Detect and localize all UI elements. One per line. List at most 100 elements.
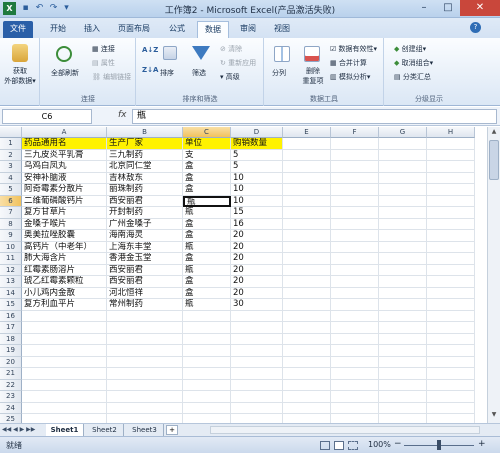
cell[interactable] [331,264,379,276]
cell[interactable] [331,322,379,334]
close-button[interactable]: ✕ [460,0,500,16]
cell[interactable]: 瓶 [183,264,231,276]
data-validation-button[interactable]: ☑ 数据有效性▾ [330,44,377,54]
advanced-button[interactable]: ▾ 高级 [220,72,240,82]
header-cell[interactable]: 单位 [183,138,231,150]
cell[interactable] [107,322,183,334]
worksheet-grid[interactable]: A B C D E F G H 1 药品通用名 生产厂家 单位 购销数量 2 三九皮炎平乳膏 三九制药支 5 3 乌… [0,127,500,427]
cell[interactable]: 广州金嗓子 [107,218,183,230]
column-header[interactable]: B [107,127,183,138]
cell[interactable]: 开封制药 [107,207,183,219]
column-header[interactable]: H [427,127,475,138]
cell[interactable] [427,161,475,173]
cell[interactable]: 盒 [183,253,231,265]
group-button[interactable]: ◆ 创建组▾ [394,44,426,54]
cell[interactable] [379,161,427,173]
reapply-button[interactable]: ↻ 重新应用 [220,58,256,68]
what-if-analysis-button[interactable]: ▥ 模拟分析▾ [330,72,370,82]
column-header[interactable]: E [283,127,331,138]
cell[interactable]: 瓶 [183,299,231,311]
cell[interactable] [22,379,107,391]
cell[interactable] [331,195,379,207]
cell[interactable] [427,299,475,311]
cell[interactable] [283,172,331,184]
scroll-thumb[interactable] [489,140,499,180]
cell[interactable] [22,402,107,414]
page-break-view-icon[interactable] [348,441,358,450]
cell[interactable]: 盒 [183,172,231,184]
normal-view-icon[interactable] [320,441,330,450]
cell[interactable] [331,241,379,253]
cell[interactable] [283,207,331,219]
cell[interactable]: 复方甘草片 [22,207,107,219]
column-header[interactable]: D [231,127,283,138]
row-header[interactable]: 6 [0,195,22,207]
cell[interactable]: 西安丽君 [107,276,183,288]
cell[interactable] [107,310,183,322]
ungroup-button[interactable]: ◆ 取消组合▾ [394,58,433,68]
cell[interactable] [379,356,427,368]
cell[interactable] [331,172,379,184]
cell[interactable] [283,391,331,403]
cell[interactable]: 丽珠制药 [107,184,183,196]
cell[interactable] [379,149,427,161]
cell[interactable] [379,172,427,184]
cell[interactable]: 高钙片（中老年） [22,241,107,253]
cell[interactable] [427,253,475,265]
remove-duplicates-button[interactable]: 删除 重复项 [300,66,326,86]
cell[interactable]: 西安丽君 [107,264,183,276]
cell[interactable] [427,149,475,161]
row-header[interactable]: 3 [0,161,22,173]
row-header[interactable]: 7 [0,207,22,219]
cell[interactable] [183,333,231,345]
cell[interactable] [331,379,379,391]
tab-insert[interactable]: 插入 [78,21,106,38]
cell[interactable] [283,138,331,150]
row-header[interactable]: 2 [0,149,22,161]
row-header[interactable]: 24 [0,402,22,414]
cell[interactable]: 红霉素肠溶片 [22,264,107,276]
minimize-button[interactable]: – [412,0,436,16]
cell[interactable] [183,402,231,414]
sort-descending-button[interactable]: Z↓A [142,66,158,74]
sheet-tab[interactable]: Sheet1 [46,424,84,436]
scroll-down-icon[interactable]: ▼ [489,411,499,421]
cell[interactable]: 5 [231,161,283,173]
column-header[interactable]: C [183,127,231,138]
cell[interactable] [379,287,427,299]
cell[interactable] [379,345,427,357]
cell[interactable] [107,368,183,380]
help-icon[interactable]: ? [470,22,481,33]
cell[interactable] [283,287,331,299]
cell[interactable] [283,195,331,207]
cell[interactable]: 盒 [183,218,231,230]
cell[interactable]: 西安丽君 [107,195,183,207]
active-cell[interactable]: 瓶 [183,195,231,207]
zoom-slider-thumb[interactable] [437,440,441,450]
cell[interactable] [331,138,379,150]
cell[interactable]: 15 [231,207,283,219]
cell[interactable]: 20 [231,264,283,276]
cell[interactable] [283,149,331,161]
header-cell[interactable]: 购销数量 [231,138,283,150]
cell[interactable] [331,161,379,173]
cell[interactable]: 20 [231,287,283,299]
cell[interactable] [331,356,379,368]
cell[interactable] [427,287,475,299]
edit-links-button[interactable]: ⛓ 编辑链接 [92,72,131,82]
cell[interactable] [427,391,475,403]
subtotal-button[interactable]: ▤ 分类汇总 [394,72,431,82]
cell[interactable] [283,310,331,322]
cell[interactable]: 北京同仁堂 [107,161,183,173]
row-header[interactable]: 15 [0,299,22,311]
cell[interactable] [22,310,107,322]
cell[interactable] [183,379,231,391]
refresh-all-button[interactable]: 全部刷新 [43,68,87,78]
cell[interactable] [331,230,379,242]
cell[interactable] [427,138,475,150]
cell[interactable] [379,310,427,322]
cell[interactable]: 二维葡磷酸钙片 [22,195,107,207]
row-header[interactable]: 18 [0,333,22,345]
cell[interactable] [379,230,427,242]
cell[interactable]: 20 [231,253,283,265]
